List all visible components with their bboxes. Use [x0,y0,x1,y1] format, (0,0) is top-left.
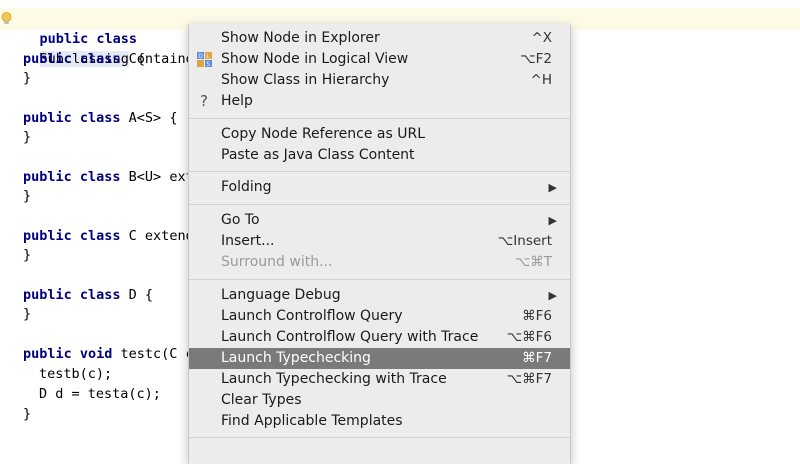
menu-item-launch-typechecking-with-trace[interactable]: Launch Typechecking with Trace ⌥⌘F7 [189,369,570,390]
shortcut-label: ⌘F6 [522,308,552,324]
context-menu: Show Node in Explorer ^X D L S Show Node… [188,24,571,464]
menu-item-show-node-in-logical-view[interactable]: D L S Show Node in Logical View ⌥F2 [189,49,570,70]
shortcut-label: ⌥⌘F7 [506,371,552,387]
shortcut-label: ⌥⌘T [514,254,552,270]
code-line-6[interactable]: public class B<U> ext [23,167,194,187]
menu-item-copy-node-reference-as-url[interactable]: Copy Node Reference as URL [189,124,570,145]
code-line-8[interactable]: public class C extend [23,226,194,246]
code-line-2[interactable]: public class Containe [23,49,194,69]
menu-item-find-applicable-templates[interactable]: Find Applicable Templates [189,411,570,432]
dls-logical-view-icon: D L S [197,52,212,67]
code-line-11[interactable]: } [23,304,31,324]
menu-item-help[interactable]: ? Help [189,91,570,112]
code-line-3[interactable]: } [23,68,31,88]
code-line-9[interactable]: } [23,245,31,265]
menu-separator [189,118,570,119]
code-line-14[interactable]: D d = testa(c); [39,384,161,404]
menu-separator [189,171,570,172]
submenu-arrow-icon: ▶ [548,181,557,194]
svg-text:D: D [198,53,203,60]
code-line-4[interactable]: public class A<S> { [23,108,177,128]
code-line-12[interactable]: public void testc(C c [23,344,194,364]
menu-item-launch-controlflow-query[interactable]: Launch Controlflow Query ⌘F6 [189,306,570,327]
menu-separator [189,437,570,438]
menu-separator [189,279,570,280]
menu-item-show-node-in-explorer[interactable]: Show Node in Explorer ^X [189,28,570,49]
code-line-5[interactable]: } [23,127,31,147]
svg-text:S: S [206,61,210,67]
menu-item-clear-types[interactable]: Clear Types [189,390,570,411]
shortcut-label: ^H [530,72,552,88]
code-line-1[interactable]: public class Subclassing { [7,9,145,67]
shortcut-label: ^X [531,30,552,46]
shortcut-label: ⌥Insert [497,233,552,249]
code-line-7[interactable]: } [23,186,31,206]
menu-item-surround-with: Surround with... ⌥⌘T [189,252,570,273]
shortcut-label: ⌘F7 [522,350,552,366]
menu-item-paste-as-java-class-content[interactable]: Paste as Java Class Content [189,145,570,166]
shortcut-label: ⌥F2 [520,51,552,67]
menu-item-go-to[interactable]: Go To ▶ [189,210,570,231]
menu-item-language-debug[interactable]: Language Debug ▶ [189,285,570,306]
code-line-10[interactable]: public class D { [23,285,153,305]
code-line-15[interactable]: } [23,404,31,424]
help-icon: ? [200,92,208,110]
submenu-arrow-icon: ▶ [548,289,557,302]
menu-item-show-class-in-hierarchy[interactable]: Show Class in Hierarchy ^H [189,70,570,91]
menu-item-launch-typechecking[interactable]: Launch Typechecking ⌘F7 [189,348,570,369]
menu-item-insert[interactable]: Insert... ⌥Insert [189,231,570,252]
menu-item-launch-controlflow-query-with-trace[interactable]: Launch Controlflow Query with Trace ⌥⌘F6 [189,327,570,348]
menu-separator [189,204,570,205]
code-line-13[interactable]: testb(c); [39,364,112,384]
shortcut-label: ⌥⌘F6 [506,329,552,345]
menu-item-folding[interactable]: Folding ▶ [189,177,570,198]
submenu-arrow-icon: ▶ [548,214,557,227]
